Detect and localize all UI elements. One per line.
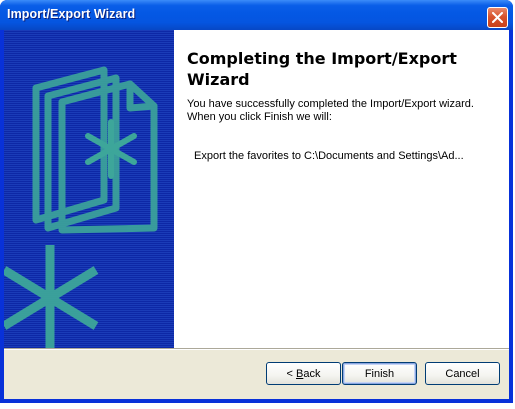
window-border-right (509, 30, 513, 403)
close-button[interactable] (487, 7, 508, 28)
export-summary: Export the favorites to C:\Documents and… (194, 150, 464, 162)
wizard-banner-art (4, 30, 174, 348)
finish-label: Finish (364, 367, 395, 380)
close-icon (492, 12, 503, 23)
back-mnemonic: B (296, 367, 304, 380)
title-bar[interactable]: Import/Export Wizard (0, 0, 513, 30)
window-title: Import/Export Wizard (7, 7, 136, 21)
back-prefix: < (286, 367, 296, 380)
back-button[interactable]: < Back (266, 362, 341, 385)
completion-message: You have successfully completed the Impo… (187, 98, 474, 123)
button-separator (4, 348, 509, 350)
wizard-content: Completing the Import/Export Wizard You … (174, 30, 509, 348)
cancel-label: Cancel (445, 367, 480, 380)
finish-button[interactable]: Finish (342, 362, 417, 385)
back-label-rest: ack (303, 367, 321, 380)
window-border-bottom (0, 399, 513, 403)
cancel-button[interactable]: Cancel (425, 362, 500, 385)
page-title: Completing the Import/Export Wizard (187, 49, 457, 89)
dialog-client-area: Completing the Import/Export Wizard You … (4, 30, 509, 399)
wizard-side-banner (4, 30, 174, 348)
wizard-window: Import/Export Wizard Completing the Impo… (0, 0, 513, 403)
